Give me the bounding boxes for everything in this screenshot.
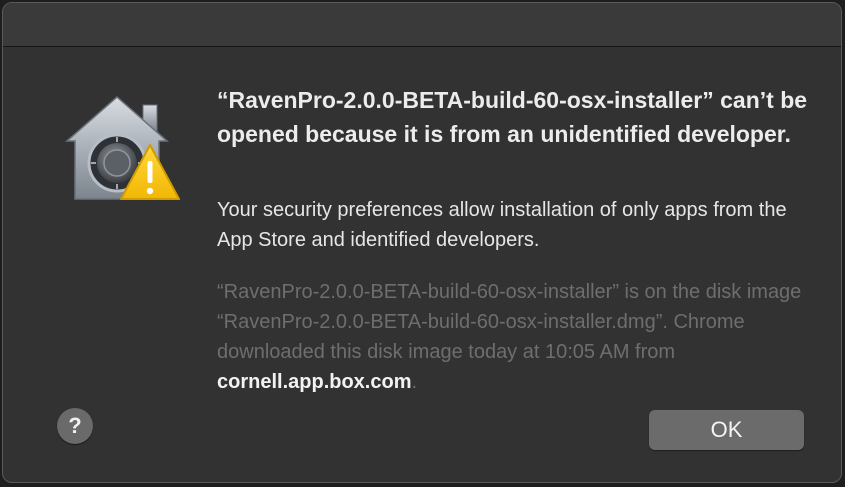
dialog-titlebar[interactable] (3, 3, 841, 47)
gatekeeper-lock-warning-icon (59, 95, 181, 207)
details-end: . (411, 371, 418, 393)
ok-button[interactable]: OK (649, 410, 804, 450)
alert-info-text: Your security preferences allow installa… (217, 199, 787, 251)
help-button[interactable]: ? (57, 408, 93, 444)
details-body: “RavenPro-2.0.0-BETA-build-60-osx-instal… (217, 281, 802, 363)
alert-headline: “RavenPro-2.0.0-BETA-build-60-osx-instal… (217, 87, 808, 147)
details-source-domain: cornell.app.box.com (217, 371, 412, 393)
alert-details-text: “RavenPro-2.0.0-BETA-build-60-osx-instal… (217, 277, 817, 397)
alert-dialog: “RavenPro-2.0.0-BETA-build-60-osx-instal… (2, 2, 842, 483)
